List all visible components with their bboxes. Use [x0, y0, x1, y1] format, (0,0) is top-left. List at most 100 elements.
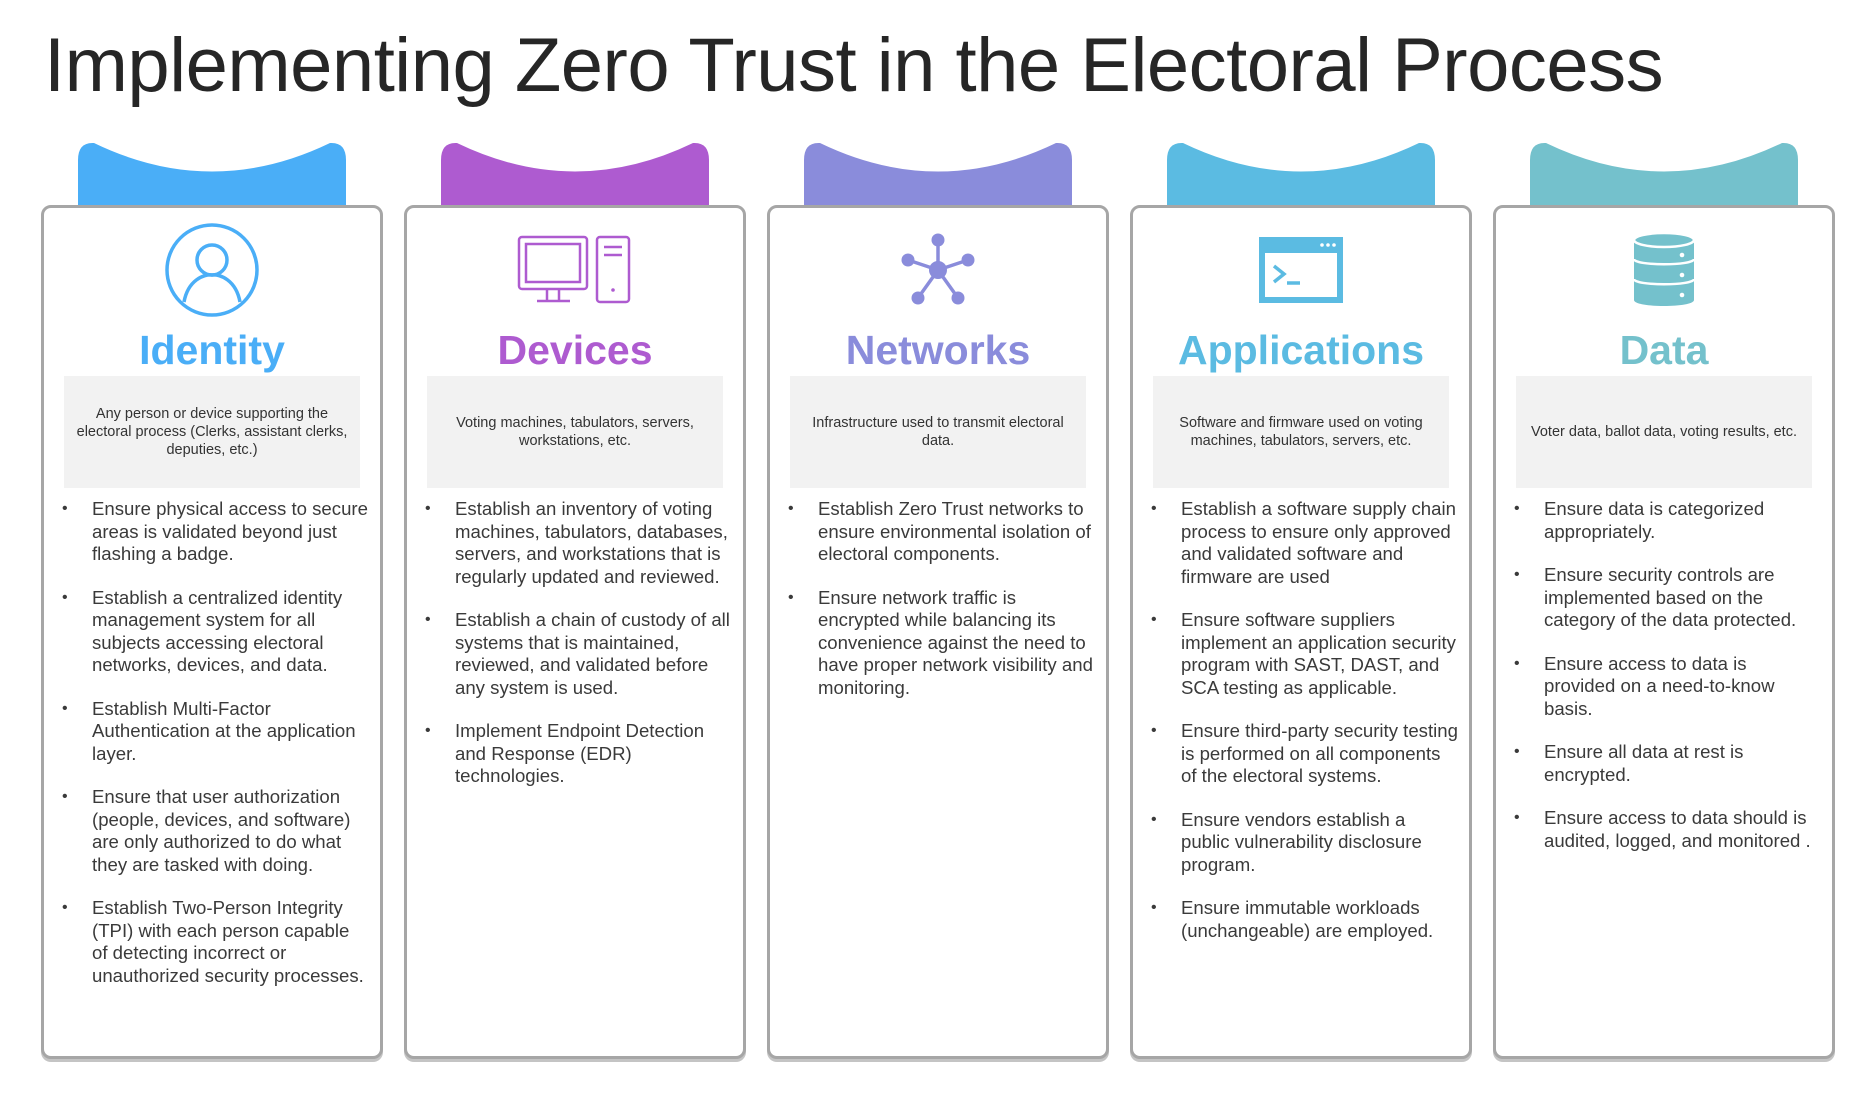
pillar-identity: Identity Any person or device supporting…	[41, 140, 383, 1060]
desktop-computer-icon	[407, 218, 743, 322]
pillar-card: Identity Any person or device supporting…	[41, 205, 383, 1059]
bullet-item: • Ensure network traffic is encrypted whi…	[784, 587, 1096, 700]
bullet-text: Ensure access to data is provided on a n…	[1544, 652, 1775, 719]
pillar-heading: Devices	[497, 327, 653, 373]
pillar-bullet-list: • Establish a software supply chain proce…	[1147, 498, 1459, 963]
pillar-card: Networks Infrastructure used to transmit…	[767, 205, 1109, 1059]
bullet-dot-icon: •	[1151, 810, 1157, 828]
bullet-item: • Ensure third-party security testing is …	[1147, 720, 1459, 788]
bullet-item: • Ensure data is categorized appropriatel…	[1510, 498, 1822, 543]
bullet-dot-icon: •	[1514, 566, 1520, 583]
pillar-tab-decoration	[1167, 140, 1435, 210]
page-title: Implementing Zero Trust in the Electoral…	[44, 23, 1664, 108]
terminal-window-icon	[1133, 218, 1469, 322]
bullet-dot-icon: •	[1151, 722, 1157, 739]
bullet-dot-icon: •	[788, 500, 794, 517]
bullet-dot-icon: •	[1514, 500, 1520, 517]
bullet-item: • Establish Zero Trust networks to ensure…	[784, 498, 1096, 566]
bullet-item: • Ensure immutable workloads (unchangeabl…	[1147, 897, 1459, 942]
pillar-heading: Identity	[139, 327, 285, 373]
bullet-text: Ensure network traffic is encrypted whil…	[818, 586, 1093, 698]
bullet-item: • Ensure vendors establish a public vulne…	[1147, 809, 1459, 877]
bullet-item: • Ensure that user authorization (people,…	[58, 786, 370, 876]
pillar-data: Data Voter data, ballot data, voting res…	[1493, 140, 1835, 1060]
pillar-bullet-list: • Ensure data is categorized appropriatel…	[1510, 498, 1822, 873]
bullet-item: • Ensure access to data should is audited…	[1510, 807, 1822, 852]
bullet-dot-icon: •	[425, 611, 431, 628]
network-hub-icon	[770, 218, 1106, 322]
pillar-description: Voting machines, tabulators, servers, wo…	[456, 415, 694, 449]
pillar-tab-decoration	[1530, 140, 1798, 210]
pillar-description: Voter data, ballot data, voting results,…	[1531, 424, 1797, 440]
bullet-dot-icon: •	[425, 722, 431, 739]
pillar-description-box: Any person or device supporting the elec…	[64, 376, 360, 488]
bullet-dot-icon: •	[62, 699, 68, 717]
bullet-item: • Establish a chain of custody of all sys…	[421, 609, 733, 699]
pillar-devices: Devices Voting machines, tabulators, ser…	[404, 140, 746, 1060]
bullet-item: • Ensure physical access to secure areas …	[58, 498, 370, 566]
bullet-text: Establish a chain of custody of all syst…	[455, 609, 730, 698]
bullet-text: Establish a software supply chain proces…	[1181, 498, 1456, 587]
pillar-description-box: Voting machines, tabulators, servers, wo…	[427, 376, 723, 488]
bullet-dot-icon: •	[62, 500, 68, 517]
bullet-item: • Ensure all data at rest is encrypted.	[1510, 741, 1822, 786]
user-circle-icon	[44, 218, 380, 322]
bullet-text: Ensure third-party security testing is p…	[1181, 720, 1458, 786]
bullet-text: Ensure all data at rest is encrypted.	[1544, 741, 1744, 785]
bullet-dot-icon: •	[1514, 654, 1520, 672]
pillar-card: Applications Software and firmware used …	[1130, 205, 1472, 1059]
pillar-heading: Networks	[845, 327, 1031, 373]
bullet-text: Ensure software suppliers implement an a…	[1181, 609, 1456, 698]
pillar-description-box: Software and firmware used on voting mac…	[1153, 376, 1449, 488]
pillar-heading: Data	[1619, 327, 1709, 373]
pillar-description-box: Voter data, ballot data, voting results,…	[1516, 376, 1812, 488]
bullet-dot-icon: •	[1514, 809, 1520, 826]
pillar-tab-decoration	[78, 140, 346, 210]
pillar-bullet-list: • Establish Zero Trust networks to ensure…	[784, 498, 1096, 720]
bullet-dot-icon: •	[1514, 743, 1520, 760]
bullet-text: Establish Two-Person Integrity (TPI) wit…	[92, 897, 364, 986]
bullet-item: • Establish a software supply chain proce…	[1147, 498, 1459, 588]
bullet-dot-icon: •	[62, 899, 68, 916]
bullet-dot-icon: •	[788, 588, 794, 606]
bullet-text: Ensure physical access to secure areas i…	[92, 498, 368, 564]
bullet-text: Ensure that user authorization (people, …	[92, 786, 351, 875]
bullet-text: Implement Endpoint Detection and Respons…	[455, 720, 705, 786]
bullet-dot-icon: •	[1151, 611, 1157, 628]
bullet-item: • Establish a centralized identity manage…	[58, 587, 370, 677]
bullet-text: Establish an inventory of voting machine…	[455, 498, 728, 587]
bullet-dot-icon: •	[62, 588, 68, 606]
pillar-tab-decoration	[804, 140, 1072, 210]
bullet-text: Establish Multi-Factor Authentication at…	[92, 697, 356, 764]
pillar-description-box: Infrastructure used to transmit electora…	[790, 376, 1086, 488]
bullet-item: • Ensure security controls are implemente…	[1510, 564, 1822, 632]
bullet-text: Ensure vendors establish a public vulner…	[1181, 808, 1422, 875]
bullet-dot-icon: •	[425, 500, 431, 517]
bullet-dot-icon: •	[62, 788, 68, 805]
pillar-description: Software and firmware used on voting mac…	[1179, 415, 1423, 449]
bullet-dot-icon: •	[1151, 500, 1157, 517]
bullet-item: • Ensure software suppliers implement an …	[1147, 609, 1459, 699]
pillar-tab-decoration	[441, 140, 709, 210]
pillar-applications: Applications Software and firmware used …	[1130, 140, 1472, 1060]
bullet-text: Ensure data is categorized appropriately…	[1544, 498, 1765, 542]
database-icon	[1496, 218, 1832, 322]
bullet-dot-icon: •	[1151, 899, 1157, 916]
bullet-text: Ensure security controls are implemented…	[1544, 564, 1797, 630]
bullet-item: • Establish an inventory of voting machin…	[421, 498, 733, 588]
bullet-text: Ensure access to data should is audited,…	[1544, 807, 1811, 851]
pillar-bullet-list: • Ensure physical access to secure areas …	[58, 498, 370, 1008]
bullet-text: Ensure immutable workloads (unchangeable…	[1181, 897, 1434, 941]
bullet-item: • Establish Two-Person Integrity (TPI) wi…	[58, 897, 370, 987]
pillar-description: Infrastructure used to transmit electora…	[812, 415, 1064, 449]
pillar-heading: Applications	[1177, 327, 1425, 373]
bullet-item: • Establish Multi-Factor Authentication a…	[58, 698, 370, 766]
bullet-text: Establish Zero Trust networks to ensure …	[818, 498, 1091, 564]
bullet-item: • Ensure access to data is provided on a …	[1510, 653, 1822, 721]
bullet-item: • Implement Endpoint Detection and Respon…	[421, 720, 733, 788]
pillar-bullet-list: • Establish an inventory of voting machin…	[421, 498, 733, 809]
pillar-description: Any person or device supporting the elec…	[76, 406, 348, 458]
pillar-card: Data Voter data, ballot data, voting res…	[1493, 205, 1835, 1059]
pillar-networks: Networks Infrastructure used to transmit…	[767, 140, 1109, 1060]
pillar-card: Devices Voting machines, tabulators, ser…	[404, 205, 746, 1059]
